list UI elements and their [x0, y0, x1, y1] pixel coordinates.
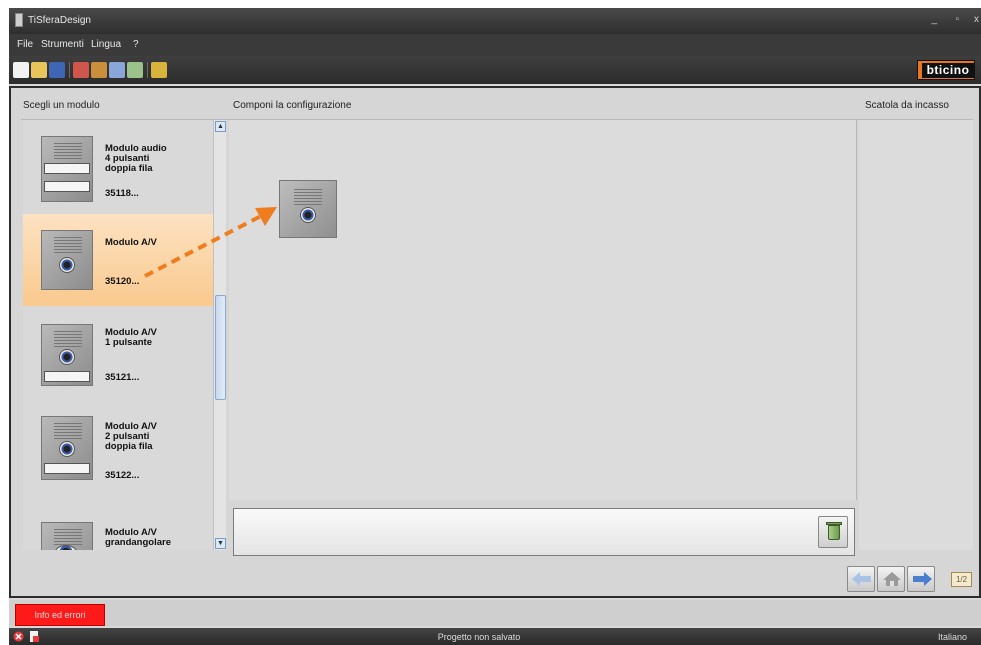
brand-logo-text: bticino: [922, 63, 974, 78]
scroll-up-icon[interactable]: ▲: [215, 121, 226, 132]
module-thumbnail: [41, 324, 93, 386]
status-bar: Progetto non salvato Italiano: [9, 628, 981, 645]
language-indicator: Italiano: [937, 632, 967, 642]
module-thumbnail: [41, 522, 93, 550]
scroll-down-icon[interactable]: ▼: [215, 538, 226, 549]
brand-logo: bticino: [917, 60, 975, 80]
recess-box-panel: [859, 120, 973, 550]
trash-icon: [828, 525, 840, 540]
settings-icon[interactable]: [127, 62, 143, 78]
maximize-icon[interactable]: ▫: [955, 14, 959, 25]
speaker-grille: [54, 423, 82, 439]
arrow-left-icon: [852, 572, 871, 586]
menu-help[interactable]: ?: [133, 39, 139, 50]
document-warning-icon[interactable]: [29, 631, 40, 642]
module-code: 35122...: [105, 470, 140, 481]
new-file-icon[interactable]: [13, 62, 29, 78]
app-icon: [15, 13, 23, 27]
title-bar: TiSferaDesign _ ▫ x: [9, 8, 981, 34]
module-name: Modulo A/V: [105, 237, 157, 248]
module-list-scrollbar[interactable]: ▲ ▼: [213, 120, 226, 550]
errors-bar: Info ed errori: [9, 600, 981, 626]
push-button-graphic: [44, 463, 90, 474]
speaker-grille: [54, 237, 82, 253]
tool-icon[interactable]: [109, 62, 125, 78]
app-window: TiSferaDesign _ ▫ x File Strumenti Lingu…: [9, 8, 981, 645]
module-thumbnail: [41, 136, 93, 202]
open-folder-icon[interactable]: [31, 62, 47, 78]
view-options-icon[interactable]: [151, 62, 167, 78]
speaker-grille: [294, 189, 322, 205]
export-icon[interactable]: [91, 62, 107, 78]
speaker-grille: [54, 529, 82, 545]
speaker-grille: [54, 143, 82, 159]
window-title: TiSferaDesign: [28, 15, 91, 26]
module-item[interactable]: Modulo A/V 2 pulsanti doppia fila 35122.…: [23, 402, 213, 494]
modules-header: Scegli un modulo: [23, 100, 100, 111]
push-button-graphic: [44, 181, 90, 192]
module-item-selected[interactable]: Modulo A/V 35120...: [23, 214, 213, 306]
module-list[interactable]: Modulo audio 4 pulsanti doppia fila 3511…: [23, 120, 213, 550]
menu-lingua[interactable]: Lingua: [91, 39, 121, 50]
box-header: Scatola da incasso: [865, 100, 949, 111]
module-name: Modulo A/V 2 pulsanti doppia fila: [105, 421, 157, 452]
minimize-icon[interactable]: _: [931, 14, 937, 25]
module-item[interactable]: Modulo audio 4 pulsanti doppia fila 3511…: [23, 122, 213, 214]
trash-button[interactable]: [818, 516, 848, 548]
forward-button[interactable]: [907, 566, 935, 592]
module-thumbnail: [41, 416, 93, 480]
toolbar: bticino: [9, 56, 981, 84]
import-icon[interactable]: [73, 62, 89, 78]
configuration-canvas[interactable]: [229, 120, 857, 500]
push-button-graphic: [44, 163, 90, 174]
placed-module[interactable]: [279, 180, 337, 238]
push-button-graphic: [44, 371, 90, 382]
module-name: Modulo audio 4 pulsanti doppia fila: [105, 143, 167, 174]
module-code: 35121...: [105, 372, 140, 383]
menu-file[interactable]: File: [17, 39, 33, 50]
module-code: 35120...: [105, 276, 140, 287]
module-thumbnail: [41, 230, 93, 290]
close-icon[interactable]: x: [974, 14, 979, 25]
error-status-icon[interactable]: [13, 631, 24, 642]
camera-lens-icon: [59, 441, 75, 457]
toolbar-separator: [69, 62, 70, 78]
compose-header: Componi la configurazione: [233, 100, 352, 111]
menu-strumenti[interactable]: Strumenti: [41, 39, 84, 50]
scroll-thumb[interactable]: [215, 295, 226, 400]
module-item[interactable]: Modulo A/V 1 pulsante 35121...: [23, 310, 213, 402]
trash-drop-area[interactable]: [233, 508, 855, 556]
module-item[interactable]: Modulo A/V grandangolare: [23, 496, 213, 550]
module-name: Modulo A/V 1 pulsante: [105, 327, 157, 348]
page-indicator: 1/2: [951, 572, 972, 587]
speaker-grille: [54, 331, 82, 347]
camera-lens-icon: [59, 349, 75, 365]
home-button[interactable]: [877, 566, 905, 592]
home-icon: [883, 572, 901, 586]
camera-lens-icon: [300, 207, 316, 223]
wide-angle-lens-icon: [55, 545, 77, 550]
module-code: 35118...: [105, 188, 139, 199]
save-icon[interactable]: [49, 62, 65, 78]
back-button[interactable]: [847, 566, 875, 592]
module-name: Modulo A/V grandangolare: [105, 527, 171, 548]
toolbar-separator: [147, 62, 148, 78]
arrow-right-icon: [913, 572, 932, 586]
main-content: Scegli un modulo Componi la configurazio…: [9, 86, 981, 598]
info-errors-button[interactable]: Info ed errori: [15, 604, 105, 626]
menu-bar: File Strumenti Lingua ?: [9, 34, 981, 56]
project-status-text: Progetto non salvato: [437, 632, 521, 642]
camera-lens-icon: [59, 257, 75, 273]
